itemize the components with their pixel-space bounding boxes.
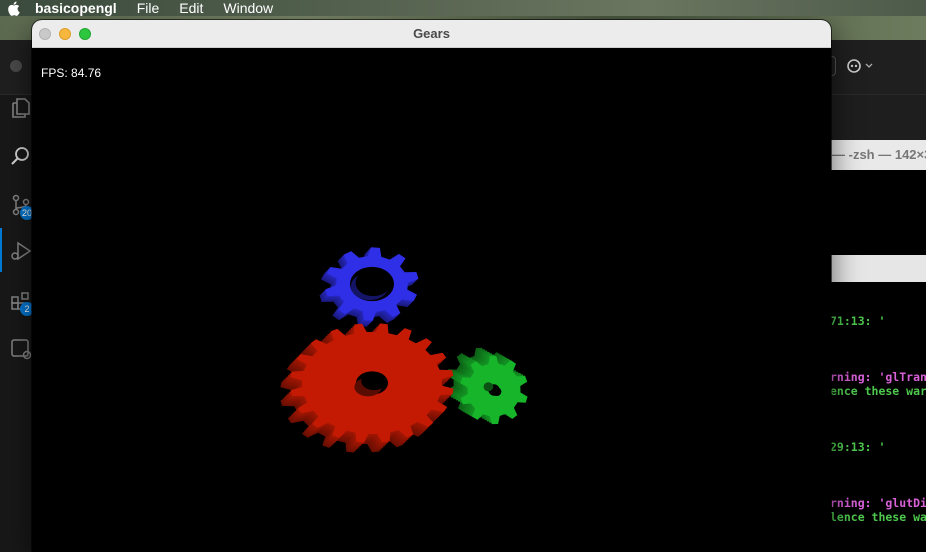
terminal-divider <box>830 255 926 282</box>
fps-counter: FPS: 84.76 <box>41 66 101 80</box>
run-debug-icon[interactable] <box>8 238 34 264</box>
gears-window: Gears FPS: 84.76 <box>32 20 831 552</box>
background-toolbar-right <box>830 54 926 78</box>
gear-hole-front <box>361 371 387 391</box>
fps-value: 84.76 <box>71 66 102 80</box>
remote-explorer-icon[interactable] <box>8 336 34 362</box>
explorer-icon[interactable] <box>8 95 34 121</box>
red-gear <box>280 323 454 453</box>
terminal-line: rning: 'glTran <box>830 370 926 384</box>
terminal-line: 71:13: ' <box>830 314 886 328</box>
gear-hole-front <box>355 269 391 297</box>
terminal-line: 29:13: ' <box>830 440 886 454</box>
gear-hole-front <box>492 387 502 397</box>
terminal-line: rning: 'glutDi <box>830 496 926 510</box>
background-window-close-icon[interactable] <box>10 60 22 72</box>
terminal-tab[interactable]: — -zsh — 142×3 <box>830 140 926 170</box>
window-title: Gears <box>413 26 450 41</box>
terminal-line: lence these wa <box>830 510 926 524</box>
copilot-icon[interactable] <box>846 56 874 76</box>
terminal-body <box>830 170 926 552</box>
menu-app-name[interactable]: basicopengl <box>35 0 117 16</box>
menu-file[interactable]: File <box>137 0 160 16</box>
menu-window[interactable]: Window <box>223 0 273 16</box>
terminal-line: ence these warn <box>830 384 926 398</box>
opengl-canvas[interactable] <box>32 48 831 552</box>
menu-edit[interactable]: Edit <box>179 0 203 16</box>
activity-bar: 20 2 <box>0 95 36 552</box>
gear-hole-inner <box>483 382 494 392</box>
search-icon[interactable] <box>8 143 34 169</box>
gears-render <box>280 247 528 453</box>
window-titlebar[interactable]: Gears <box>32 20 831 48</box>
fps-label: FPS: <box>41 66 68 80</box>
active-indicator <box>0 228 2 272</box>
menu-bar: basicopengl File Edit Window <box>0 0 926 16</box>
apple-menu-icon[interactable] <box>4 1 22 16</box>
green-gear <box>446 347 528 425</box>
blue-gear <box>319 247 419 327</box>
